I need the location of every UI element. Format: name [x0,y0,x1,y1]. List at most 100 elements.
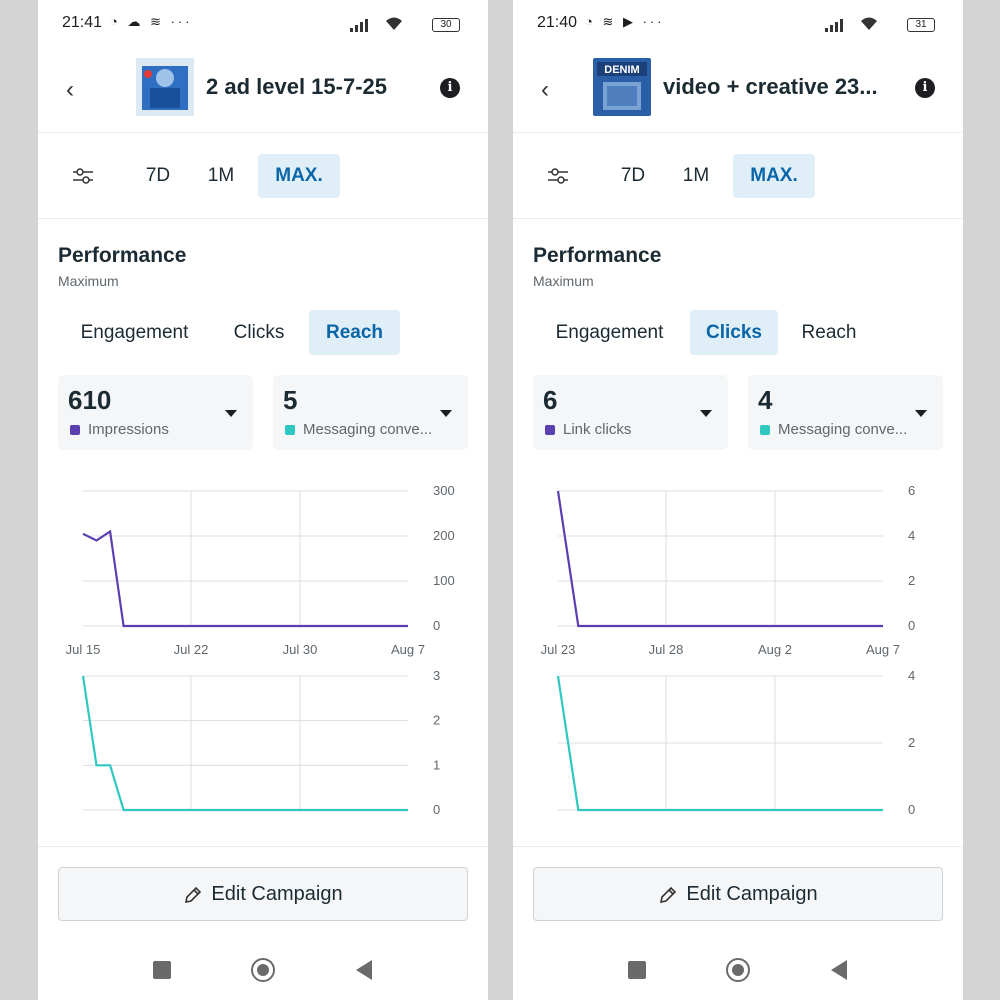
campaign-header: ‹ 2 ad level 15-7-25 i [38,56,488,120]
campaign-header: ‹ DENIM video + creative 23... i [513,56,963,120]
status-time: 21:41 [62,14,103,31]
range-tab-max[interactable]: MAX. [733,154,815,198]
dropdown-caret-icon[interactable] [700,410,712,417]
x-tick-label: Aug 7 [391,642,425,657]
metric-value: 5 [283,385,298,415]
range-tab-1m[interactable]: 1M [198,154,244,198]
campaign-thumbnail [136,58,194,116]
phone-screen-right: 21:40 ◔ ≋ ▶ ··· 31 ‹ DENIM video + creat… [513,0,963,1000]
metric-tab-clicks[interactable]: Clicks [218,310,300,355]
back-arrow-icon[interactable]: ‹ [66,76,74,104]
thumbnail-text: DENIM [604,64,639,76]
campaign-thumbnail: DENIM [593,58,651,116]
y-tick-label: 0 [908,802,915,817]
metric-label: Link clicks [563,421,632,438]
performance-title: Performance [58,244,187,267]
android-navbar [38,955,488,985]
back-arrow-icon[interactable]: ‹ [541,76,549,104]
nav-back-icon[interactable] [356,960,372,980]
metric-card-link-clicks[interactable]: 6 Link clicks [533,375,728,450]
range-tab-max[interactable]: MAX. [258,154,340,198]
notification-icons: ◔ ☁ ≋ ··· [110,14,193,29]
pencil-icon [185,886,202,903]
divider [513,218,963,219]
metric-label: Messaging conve... [778,421,908,438]
battery-icon: 30 [432,18,460,32]
series-line [81,675,408,812]
recents-icon[interactable] [153,961,171,979]
metric-value: 6 [543,385,558,415]
y-tick-label: 0 [908,618,915,633]
home-icon[interactable] [726,958,750,982]
metric-label: Messaging conve... [303,421,433,438]
edit-campaign-label: Edit Campaign [211,883,343,905]
date-range-selector: 7D 1M MAX. [38,154,488,198]
wifi-icon [386,17,402,30]
y-tick-label: 300 [433,483,455,498]
divider [38,132,488,133]
x-tick-label: Aug 7 [866,642,900,657]
status-bar: 21:40 ◔ ≋ ▶ ··· 31 [537,12,939,36]
performance-title: Performance [533,244,662,267]
date-range-selector: 7D 1M MAX. [513,154,963,198]
status-time: 21:40 [537,14,578,31]
series-line [556,490,883,628]
metric-tab-reach[interactable]: Reach [309,310,400,355]
filter-sliders-icon[interactable] [72,166,94,186]
metric-tab-reach[interactable]: Reach [789,310,869,355]
metric-label: Impressions [88,421,169,438]
metric-value: 4 [758,385,773,415]
metric-card-messaging[interactable]: 4 Messaging conve... [748,375,943,450]
x-tick-label: Jul 22 [174,642,209,657]
divider [38,846,488,847]
status-bar: 21:41 ◔ ☁ ≋ ··· 30 [62,12,464,36]
info-icon[interactable]: i [915,78,935,98]
info-icon[interactable]: i [440,78,460,98]
recents-icon[interactable] [628,961,646,979]
campaign-title: 2 ad level 15-7-25 [206,74,388,99]
metric-card-messaging[interactable]: 5 Messaging conve... [273,375,468,450]
dropdown-caret-icon[interactable] [225,410,237,417]
range-tab-1m[interactable]: 1M [673,154,719,198]
performance-subtitle: Maximum [58,273,119,289]
edit-campaign-label: Edit Campaign [686,883,818,905]
filter-sliders-icon[interactable] [547,166,569,186]
range-tab-7d[interactable]: 7D [611,154,655,198]
series-line [82,529,408,628]
legend-dot [70,425,80,435]
metric-card-impressions[interactable]: 610 Impressions [58,375,253,450]
y-tick-label: 4 [908,668,915,683]
y-tick-label: 100 [433,573,455,588]
dropdown-caret-icon[interactable] [915,410,927,417]
metric-tab-engagement[interactable]: Engagement [537,310,682,355]
edit-campaign-button[interactable]: Edit Campaign [533,867,943,921]
campaign-title: video + creative 23... [663,74,878,99]
metric-tab-engagement[interactable]: Engagement [62,310,207,355]
x-tick-label: Aug 2 [758,642,792,657]
legend-dot [285,425,295,435]
signal-icon [350,19,368,32]
home-icon[interactable] [251,958,275,982]
range-tab-7d[interactable]: 7D [136,154,180,198]
y-tick-label: 2 [908,573,915,588]
pencil-icon [660,886,677,903]
y-tick-label: 3 [433,668,440,683]
metric-value: 610 [68,385,112,415]
y-tick-label: 200 [433,528,455,543]
android-navbar [513,955,963,985]
y-tick-label: 1 [433,757,440,772]
wifi-icon [861,17,877,30]
performance-subtitle: Maximum [533,273,594,289]
x-tick-label: Jul 30 [283,642,318,657]
y-tick-label: 6 [908,483,915,498]
x-tick-label: Jul 23 [541,642,576,657]
y-tick-label: 2 [908,735,915,750]
metric-tab-clicks[interactable]: Clicks [690,310,778,355]
dropdown-caret-icon[interactable] [440,410,452,417]
divider [513,846,963,847]
edit-campaign-button[interactable]: Edit Campaign [58,867,468,921]
nav-back-icon[interactable] [831,960,847,980]
performance-chart: 6 4 2 0 Jul 23 Jul 28 Aug 2 Aug 7 4 2 0 [541,483,916,817]
divider [513,132,963,133]
battery-icon: 31 [907,18,935,32]
